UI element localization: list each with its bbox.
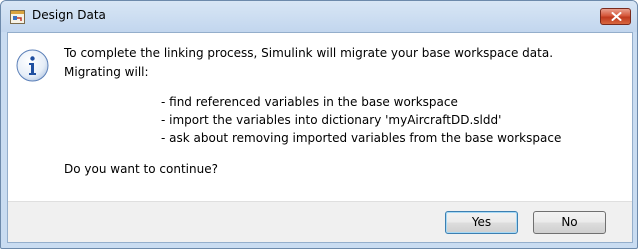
no-button[interactable]: No bbox=[533, 211, 606, 234]
button-bar: Yes No bbox=[8, 201, 632, 242]
info-icon bbox=[15, 48, 50, 83]
title-bar[interactable]: Design Data bbox=[1, 1, 637, 32]
dialog-window: Design Data To complete the linking proc… bbox=[0, 0, 638, 249]
simulink-design-data-icon bbox=[10, 9, 25, 24]
bullet-item: - import the variables into dictionary '… bbox=[161, 113, 502, 127]
message-line-2: Migrating will: bbox=[64, 65, 149, 79]
yes-button[interactable]: Yes bbox=[445, 211, 518, 234]
question-text: Do you want to continue? bbox=[64, 162, 218, 176]
bullet-item: - ask about removing imported variables … bbox=[161, 131, 562, 145]
dialog-body: To complete the linking process, Simulin… bbox=[7, 32, 633, 243]
close-icon bbox=[611, 12, 622, 21]
close-button[interactable] bbox=[600, 8, 631, 25]
message-line-1: To complete the linking process, Simulin… bbox=[64, 46, 554, 60]
window-title: Design Data bbox=[32, 8, 106, 22]
bullet-item: - find referenced variables in the base … bbox=[161, 95, 458, 109]
